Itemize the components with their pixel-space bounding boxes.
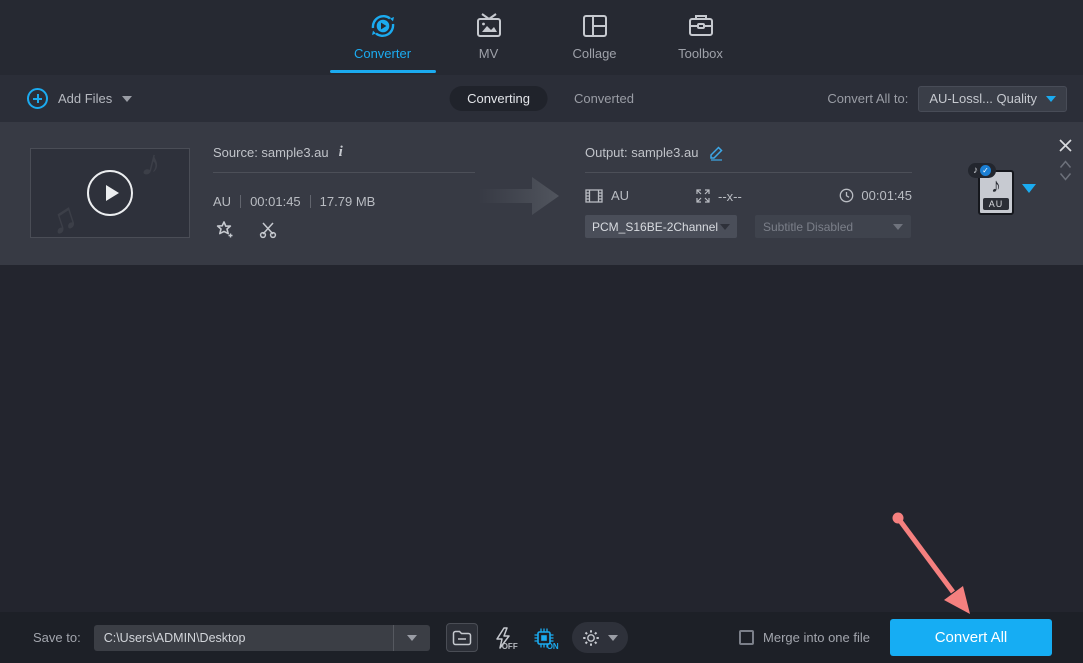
hardware-acceleration-toggle[interactable]: ON (528, 623, 560, 652)
source-duration: 00:01:45 (250, 194, 301, 209)
music-note-decoration: ♪ (137, 141, 166, 187)
output-title: Output: sample3.au (585, 145, 699, 160)
conversion-arrow (478, 176, 560, 216)
collage-icon (580, 11, 610, 41)
clock-icon (840, 188, 854, 203)
tab-converting[interactable]: Converting (449, 86, 548, 111)
save-to-label: Save to: (33, 630, 81, 645)
merge-checkbox[interactable] (739, 630, 755, 645)
music-note-icon: ♪ (973, 165, 978, 176)
convert-all-button[interactable]: Convert All (890, 619, 1052, 656)
high-speed-state: OFF (501, 642, 518, 651)
remove-file-button[interactable] (1058, 138, 1073, 153)
mv-icon (474, 11, 504, 41)
chevron-down-icon (122, 95, 133, 102)
play-button[interactable] (87, 170, 133, 216)
source-section: Source: sample3.au i AU 00:01:45 17.79 M… (213, 122, 475, 265)
subtitle-value: Subtitle Disabled (763, 219, 854, 234)
divider (585, 172, 912, 173)
check-icon: ✓ (980, 165, 991, 176)
cut-button[interactable] (258, 220, 278, 239)
settings-button[interactable] (571, 622, 628, 653)
source-format: AU (213, 194, 232, 209)
tab-mv-label: MV (478, 46, 499, 61)
info-icon[interactable]: i (339, 144, 343, 161)
divider (240, 195, 242, 208)
tab-collage[interactable]: Collage (542, 0, 648, 75)
move-up-button[interactable] (1059, 160, 1072, 169)
edit-effects-button[interactable] (215, 220, 234, 239)
add-files-label: Add Files (58, 91, 113, 106)
output-format: AU (611, 188, 630, 203)
format-status-badge: ♪ ✓ (968, 163, 996, 178)
gear-icon (583, 629, 600, 646)
output-meta: AU --x-- 00:01:45 (585, 188, 912, 206)
chevron-down-icon (893, 223, 903, 230)
music-note-icon: ♪ (991, 175, 1001, 197)
queue-tabs: Converting Converted (449, 86, 634, 111)
audio-codec-value: PCM_S16BE-2Channel (592, 219, 719, 234)
music-note-decoration: ♫ (43, 194, 84, 244)
high-speed-toggle[interactable]: OFF (487, 623, 519, 652)
convert-all-to-group: Convert All to: AU-Lossl... Quality (827, 85, 1067, 112)
divider (309, 195, 311, 208)
subtitle-selector[interactable]: Subtitle Disabled (755, 215, 911, 238)
main-nav: Converter MV Collage Toolbox (0, 0, 1083, 75)
toolbar: Add Files Converting Converted Convert A… (0, 75, 1083, 122)
chevron-down-icon (720, 223, 730, 230)
output-duration: 00:01:45 (861, 188, 912, 203)
source-title: Source: sample3.au (213, 145, 329, 160)
output-format-selector[interactable]: AU-Lossl... Quality (918, 85, 1067, 112)
converter-icon (368, 11, 398, 41)
file-type-badge: AU (983, 198, 1009, 210)
file-row: ♫ ♪ Source: sample3.au i AU 00:01:45 17.… (0, 122, 1083, 265)
merge-label: Merge into one file (763, 630, 870, 645)
output-section: Output: sample3.au AU --x-- 00:01:45 PCM… (585, 122, 912, 265)
footer-bar: Save to: C:\Users\ADMIN\Desktop OFF ON M… (0, 612, 1083, 663)
tab-collage-label: Collage (572, 46, 617, 61)
tab-mv[interactable]: MV (436, 0, 542, 75)
move-down-button[interactable] (1059, 172, 1072, 181)
chevron-down-icon (406, 634, 417, 641)
tab-toolbox-label: Toolbox (678, 46, 723, 61)
chevron-down-icon (1046, 95, 1056, 102)
output-format-value: AU-Lossl... Quality (929, 91, 1037, 106)
plus-circle-icon (27, 88, 48, 109)
media-thumbnail[interactable]: ♫ ♪ (30, 141, 190, 243)
tab-toolbox[interactable]: Toolbox (648, 0, 754, 75)
rename-icon[interactable] (708, 144, 725, 161)
film-icon (585, 188, 603, 203)
open-folder-button[interactable] (445, 623, 478, 652)
output-file-type-icon[interactable]: ♪ AU ♪ ✓ (968, 163, 1014, 215)
tab-converter-label: Converter (353, 46, 412, 61)
output-resolution: --x-- (718, 188, 742, 204)
audio-codec-selector[interactable]: PCM_S16BE-2Channel (585, 215, 737, 238)
merge-into-one-file-option[interactable]: Merge into one file (739, 630, 870, 645)
hardware-acceleration-state: ON (546, 642, 559, 651)
source-meta: AU 00:01:45 17.79 MB (213, 194, 375, 209)
convert-all-to-label: Convert All to: (827, 91, 909, 106)
divider (213, 172, 475, 173)
tab-converter[interactable]: Converter (329, 0, 436, 75)
tab-converted[interactable]: Converted (574, 91, 634, 106)
resolution-icon (696, 189, 710, 203)
add-files-button[interactable]: Add Files (27, 88, 133, 109)
save-path-value: C:\Users\ADMIN\Desktop (103, 630, 246, 645)
toolbox-icon (686, 11, 716, 41)
play-icon (105, 185, 119, 201)
save-path-selector[interactable]: C:\Users\ADMIN\Desktop (93, 624, 430, 651)
source-size: 17.79 MB (319, 194, 376, 209)
chevron-down-icon (608, 634, 619, 641)
format-dropdown-caret[interactable] (1022, 184, 1036, 193)
